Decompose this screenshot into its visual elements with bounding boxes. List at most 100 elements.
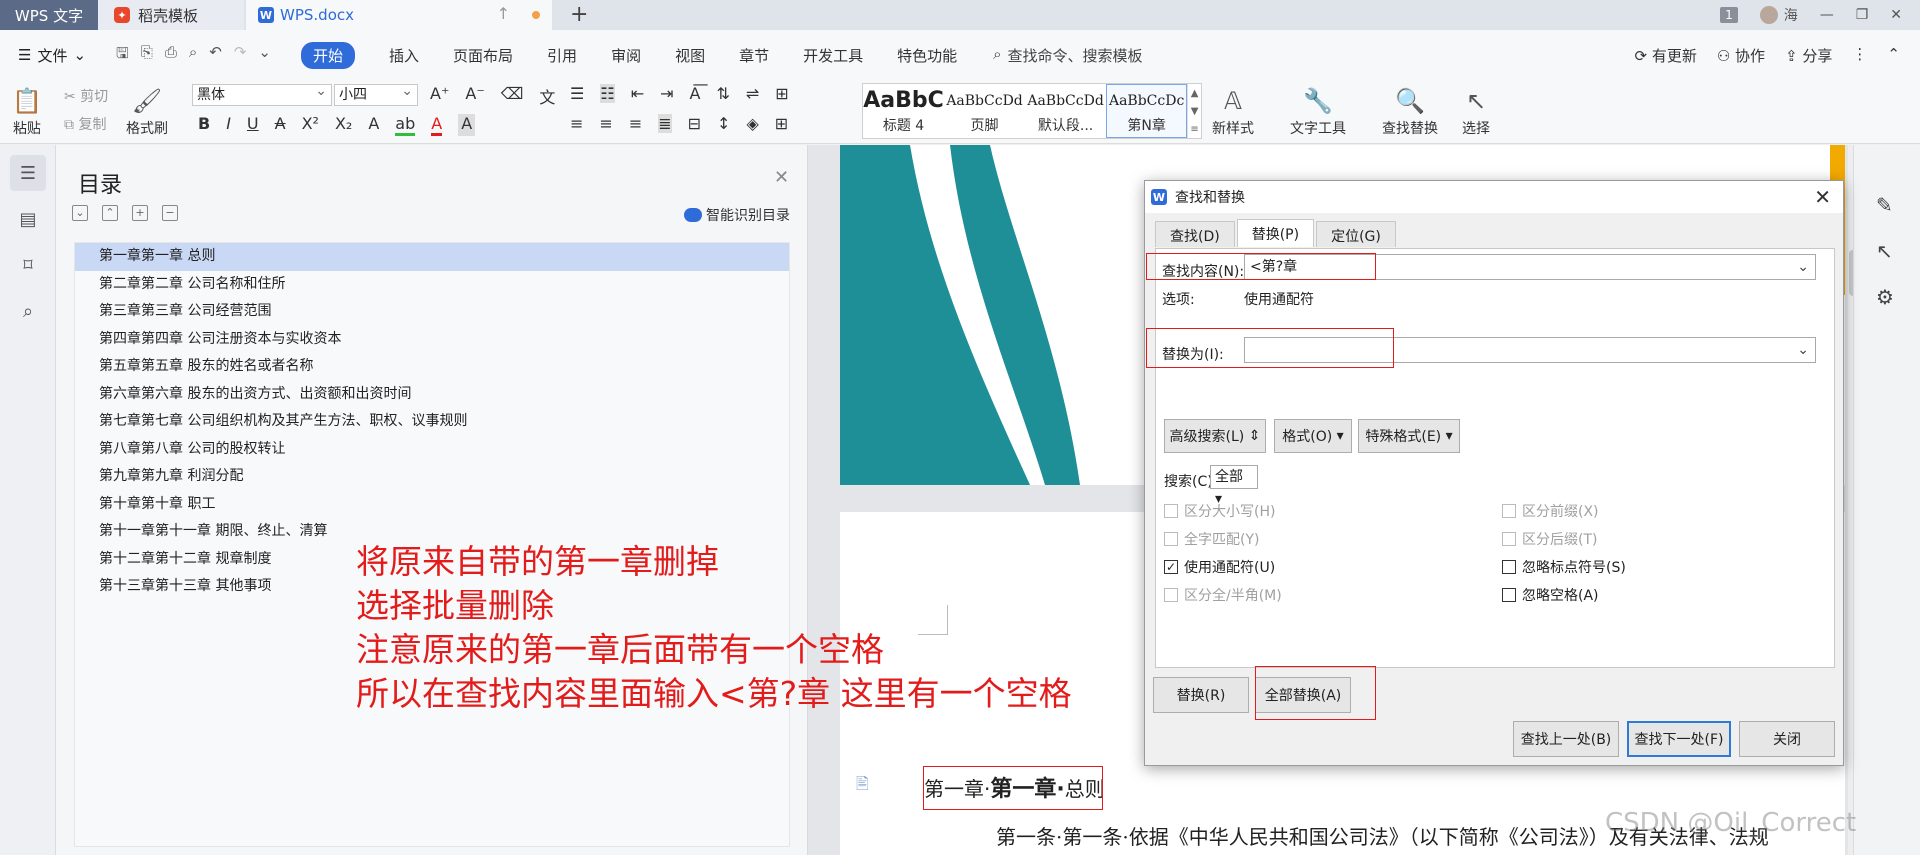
expand-icon[interactable]: ≡ [1190, 124, 1198, 135]
command-search[interactable]: ⌕ 查找命令、搜索模板 [993, 45, 1142, 66]
find-replace-button[interactable]: 🔍 查找替换 [1382, 84, 1438, 138]
decrease-indent-icon[interactable]: ⇤ [631, 84, 644, 103]
menu-features[interactable]: 特色功能 [897, 45, 957, 66]
print-icon[interactable]: ⎙ [165, 43, 177, 68]
output-icon[interactable]: ⎘ [141, 43, 153, 68]
font-name-select[interactable]: 黑体 [192, 81, 332, 106]
checkbox-box[interactable]: ✓ [1164, 560, 1178, 574]
toc-item[interactable]: 第三章第三章 公司经营范围 [75, 298, 789, 326]
chevron-down-icon[interactable]: ⌄ [1797, 255, 1809, 279]
expand-all-icon[interactable]: ⌄ [72, 205, 88, 221]
toc-item[interactable]: 第一章第一章 总则 [75, 243, 789, 271]
user-account[interactable]: 海 [1759, 5, 1798, 25]
search-nav-icon[interactable]: ⌕ [10, 293, 46, 329]
toc-item[interactable]: 第四章第四章 公司注册资本与实收资本 [75, 326, 789, 354]
save-icon[interactable]: 🖫 [116, 43, 129, 68]
toc-item[interactable]: 第五章第五章 股东的姓名或者名称 [75, 353, 789, 381]
checkbox-box[interactable] [1502, 560, 1516, 574]
style-footer[interactable]: AaBbCcDd 页脚 [944, 84, 1025, 138]
style-chapter-n[interactable]: AaBbCcDc 第N章 [1106, 84, 1188, 138]
checkbox-option[interactable]: 忽略标点符号(S) [1502, 557, 1626, 577]
shrink-font-icon[interactable]: A⁻ [465, 84, 484, 108]
sort-icon[interactable]: ⇅ [716, 84, 729, 103]
close-icon[interactable]: ✕ [774, 167, 789, 188]
tab-replace[interactable]: 替换(P) [1236, 219, 1315, 247]
menu-section[interactable]: 章节 [739, 45, 769, 66]
update-button[interactable]: ⟳ 有更新 [1634, 45, 1696, 66]
table-lines-icon[interactable]: ⊞ [775, 84, 788, 103]
remove-item-icon[interactable]: − [162, 205, 178, 221]
pointer-icon[interactable]: ↖ [1876, 239, 1893, 263]
clear-format-icon[interactable]: ⌫ [501, 84, 524, 108]
toc-item[interactable]: 第七章第七章 公司组织机构及其产生方法、职权、议事规则 [75, 408, 789, 436]
bullet-list-icon[interactable]: ☰ [570, 84, 584, 103]
find-previous-button[interactable]: 查找上一处(B) [1513, 721, 1619, 757]
toc-item[interactable]: 第六章第六章 股东的出资方式、出资额和出资时间 [75, 381, 789, 409]
underline-icon[interactable]: U [247, 114, 259, 136]
tab-document[interactable]: W WPS.docx ↑ [246, 0, 552, 30]
format-painter-button[interactable]: 🖌 格式刷 [126, 84, 168, 138]
line-spacing-icon[interactable]: ↕ [717, 114, 730, 133]
highlight-icon[interactable]: ab [395, 114, 416, 136]
menu-developer[interactable]: 开发工具 [803, 45, 863, 66]
format-button[interactable]: 格式(O) ▾ [1274, 419, 1352, 453]
sliders-icon[interactable]: ⚙ [1876, 285, 1894, 309]
increase-indent-icon[interactable]: ⇥ [660, 84, 673, 103]
toc-item[interactable]: 第二章第二章 公司名称和住所 [75, 271, 789, 299]
style-scroll[interactable]: ▲ ▼ ≡ [1187, 84, 1201, 138]
tab-find[interactable]: 查找(D) [1155, 221, 1235, 247]
print-preview-icon[interactable]: ⌕ [189, 43, 197, 68]
chevron-up-icon[interactable]: ▲ [1191, 88, 1199, 99]
customize-icon[interactable]: ⌄ [258, 43, 271, 68]
style-default-paragraph[interactable]: AaBbCcDd 默认段... [1025, 84, 1106, 138]
bold-icon[interactable]: B [198, 114, 210, 136]
minimize-icon[interactable]: — [1820, 7, 1834, 23]
numbered-list-icon[interactable]: ☷ [600, 84, 615, 103]
copy-button[interactable]: ⧉ 复制 [64, 114, 106, 134]
more-icon[interactable]: ⋮ [1852, 45, 1867, 66]
paragraph-handle-icon[interactable]: 🖹 [856, 773, 869, 800]
menu-insert[interactable]: 插入 [389, 45, 419, 66]
phonetic-icon[interactable]: 文 [539, 84, 555, 108]
smart-toc-button[interactable]: 智能识别目录 [684, 205, 790, 225]
superscript-icon[interactable]: X² [302, 114, 319, 136]
text-effect-icon[interactable]: A [368, 114, 379, 136]
chinese-layout-icon[interactable]: A͞ [690, 84, 701, 103]
close-window-icon[interactable]: ✕ [1890, 7, 1902, 23]
menu-page-layout[interactable]: 页面布局 [453, 45, 513, 66]
checkbox-option[interactable]: ✓ 使用通配符(U) [1164, 557, 1275, 577]
new-tab-button[interactable]: + [570, 0, 588, 30]
tab-goto[interactable]: 定位(G) [1316, 221, 1396, 247]
justify-icon[interactable]: ≣ [658, 114, 672, 133]
redo-icon[interactable]: ↷ [234, 43, 247, 68]
collaborate-button[interactable]: ⚇ 协作 [1717, 45, 1765, 66]
show-marks-icon[interactable]: ⇌ [746, 84, 759, 103]
toc-item[interactable]: 第九章第九章 利润分配 [75, 463, 789, 491]
menu-home[interactable]: 开始 [301, 41, 356, 69]
checkbox-box[interactable] [1502, 588, 1516, 602]
file-menu[interactable]: ☰ 文件 ⌄ [18, 45, 86, 66]
toc-item[interactable]: 第十章第十章 职工 [75, 491, 789, 519]
upload-icon[interactable]: ↑ [497, 4, 510, 23]
window-count-badge[interactable]: 1 [1720, 7, 1738, 23]
collapse-ribbon-icon[interactable]: ⌃ [1887, 45, 1900, 66]
chevron-down-icon[interactable]: ▼ [1191, 106, 1199, 117]
find-next-button[interactable]: 查找下一处(F) [1627, 721, 1731, 757]
distribute-icon[interactable]: ⊟ [688, 114, 701, 133]
style-heading4[interactable]: AaBbC 标题 4 [863, 84, 944, 138]
align-left-icon[interactable]: ≡ [570, 114, 583, 133]
maximize-icon[interactable]: ❐ [1856, 7, 1869, 23]
paste-button[interactable]: 📋 粘贴 [12, 84, 42, 138]
menu-references[interactable]: 引用 [547, 45, 577, 66]
toc-nav-icon[interactable]: ☰ [10, 155, 46, 191]
strikethrough-icon[interactable]: A [275, 114, 286, 136]
chapter-nav-icon[interactable]: ▤ [10, 201, 46, 237]
grow-font-icon[interactable]: A⁺ [430, 84, 449, 108]
bookmark-icon[interactable]: ⌑ [10, 247, 46, 283]
font-size-select[interactable]: 小四 [334, 81, 418, 106]
char-shading-icon[interactable]: A [458, 114, 476, 136]
shading-icon[interactable]: ◈ [746, 114, 758, 133]
menu-view[interactable]: 视图 [675, 45, 705, 66]
special-format-button[interactable]: 特殊格式(E) ▾ [1358, 419, 1460, 453]
tab-template[interactable]: ✦ 稻壳模板 [98, 0, 244, 30]
